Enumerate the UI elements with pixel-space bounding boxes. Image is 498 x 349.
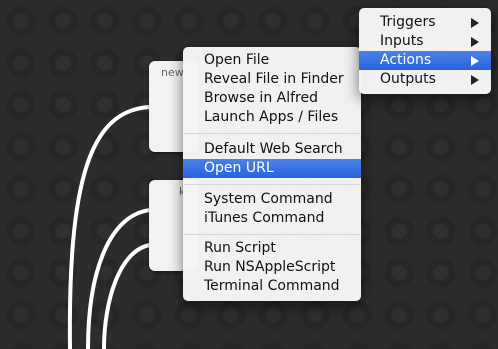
menu-item-browse-in-alfred[interactable]: Browse in Alfred	[183, 89, 361, 108]
menu-item-label: Actions	[380, 52, 432, 68]
menu-item-open-url[interactable]: Open URL	[183, 159, 361, 178]
menu-item-default-web-search[interactable]: Default Web Search	[183, 140, 361, 159]
menu-item-actions[interactable]: Actions	[359, 51, 491, 70]
menu-item-launch-apps-files[interactable]: Launch Apps / Files	[183, 108, 361, 127]
menu-item-label: Open File	[204, 52, 270, 68]
submenu-arrow-icon	[471, 18, 479, 28]
menu-item-outputs[interactable]: Outputs	[359, 70, 491, 89]
menu-item-system-command[interactable]: System Command	[183, 190, 361, 209]
menu-separator	[184, 234, 360, 235]
menu-item-label: Run NSAppleScript	[204, 259, 336, 275]
submenu-arrow-icon	[471, 56, 479, 66]
menu-item-label: Browse in Alfred	[204, 90, 318, 106]
menu-item-label: Launch Apps / Files	[204, 109, 339, 125]
menu-item-label: Open URL	[204, 160, 274, 176]
menu-item-label: Reveal File in Finder	[204, 71, 344, 87]
connection-wire-2	[86, 208, 152, 349]
connection-wire-1	[67, 105, 152, 349]
category-menu: Triggers Inputs Actions Outputs	[359, 8, 491, 94]
menu-item-open-file[interactable]: Open File	[183, 51, 361, 70]
menu-item-label: Outputs	[380, 71, 436, 87]
menu-item-label: Default Web Search	[204, 141, 343, 157]
submenu-arrow-icon	[471, 37, 479, 47]
menu-item-label: Triggers	[380, 14, 436, 30]
menu-item-label: Inputs	[380, 33, 424, 49]
menu-item-triggers[interactable]: Triggers	[359, 13, 491, 32]
workflow-canvas[interactable]: new k Open File Reveal File in Finder Br…	[0, 0, 498, 349]
submenu-arrow-icon	[471, 75, 479, 85]
menu-item-run-nsapplescript[interactable]: Run NSAppleScript	[183, 258, 361, 277]
menu-item-reveal-file-in-finder[interactable]: Reveal File in Finder	[183, 70, 361, 89]
menu-item-label: System Command	[204, 191, 333, 207]
menu-item-itunes-command[interactable]: iTunes Command	[183, 209, 361, 228]
menu-separator	[184, 133, 360, 134]
menu-item-label: Run Script	[204, 240, 276, 256]
actions-submenu: Open File Reveal File in Finder Browse i…	[183, 47, 361, 301]
menu-item-run-script[interactable]: Run Script	[183, 239, 361, 258]
connection-wire-3	[102, 243, 152, 349]
menu-item-label: Terminal Command	[204, 278, 340, 294]
menu-item-terminal-command[interactable]: Terminal Command	[183, 277, 361, 296]
menu-item-inputs[interactable]: Inputs	[359, 32, 491, 51]
menu-item-label: iTunes Command	[204, 210, 325, 226]
menu-separator	[184, 184, 360, 185]
